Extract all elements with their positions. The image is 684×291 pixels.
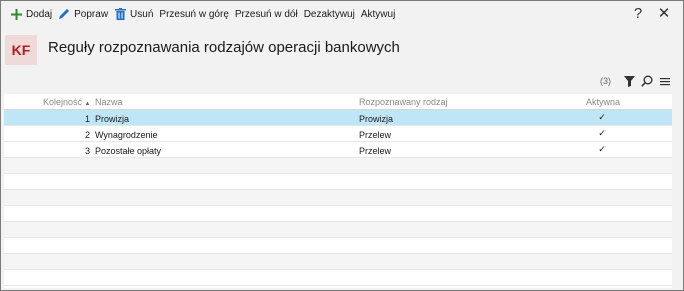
activate-button-label: Aktywuj [360, 8, 396, 20]
table-row[interactable]: 1 Prowizja Prowizja ✓ [4, 110, 672, 126]
record-count: (3) [600, 76, 611, 86]
cell-order: 1 [84, 114, 90, 124]
column-header-name[interactable]: Nazwa [95, 97, 123, 107]
table-row[interactable]: 2 Wynagrodzenie Przelew ✓ [4, 126, 672, 142]
move-down-button-label: Przesuń w dół [234, 8, 298, 20]
deactivate-button-label: Dezaktywuj [303, 8, 355, 20]
cell-name: Wynagrodzenie [95, 130, 158, 140]
activate-button[interactable]: Aktywuj [358, 3, 398, 25]
cell-type: Przelew [359, 130, 392, 140]
trash-icon [114, 8, 126, 20]
add-button-label: Dodaj [26, 8, 53, 20]
app-logo: KF [5, 35, 37, 65]
active-check-icon: ✓ [598, 112, 606, 122]
move-up-button[interactable]: Przesuń w górę [156, 3, 231, 25]
toolbar: Dodaj Popraw Usuń Przesuń w górę Przesuń… [1, 1, 683, 27]
empty-row [4, 174, 672, 190]
close-button[interactable]: ✕ [651, 4, 677, 22]
empty-row [4, 222, 672, 238]
rules-table: Kolejność ▲ Nazwa Rozpoznawany rodzaj Ak… [4, 94, 672, 288]
help-button[interactable]: ? [625, 5, 651, 22]
empty-row [4, 158, 672, 174]
edit-button-label: Popraw [74, 8, 109, 20]
delete-button-label: Usuń [130, 8, 154, 20]
empty-row [4, 206, 672, 222]
table-header: Kolejność ▲ Nazwa Rozpoznawany rodzaj Ak… [4, 94, 672, 110]
move-down-button[interactable]: Przesuń w dół [232, 3, 301, 25]
cell-type: Przelew [359, 146, 392, 156]
page-title: Reguły rozpoznawania rodzajów operacji b… [48, 39, 400, 56]
column-header-order[interactable]: Kolejność ▲ [43, 97, 91, 107]
table-row[interactable]: 3 Pozostałe opłaty Przelew ✓ [4, 142, 672, 158]
deactivate-button[interactable]: Dezaktywuj [301, 3, 358, 25]
empty-row [4, 270, 672, 286]
cell-name: Prowizja [95, 114, 130, 124]
cell-order: 2 [84, 130, 90, 140]
window-controls: ? ✕ [625, 4, 677, 23]
empty-row [4, 254, 672, 270]
list-tools: (3) [600, 74, 673, 88]
app-window: Dodaj Popraw Usuń Przesuń w górę Przesuń… [0, 0, 684, 291]
column-header-type[interactable]: Rozpoznawany rodzaj [359, 97, 448, 107]
edit-button[interactable]: Popraw [55, 3, 111, 25]
delete-button[interactable]: Usuń [111, 3, 156, 25]
pencil-icon [58, 8, 70, 20]
menu-icon[interactable] [657, 74, 673, 88]
sort-ascending-icon: ▲ [84, 101, 91, 107]
move-up-button-label: Przesuń w górę [159, 8, 229, 20]
column-header-order-label: Kolejność [43, 97, 83, 107]
search-icon[interactable] [639, 74, 655, 88]
active-check-icon: ✓ [598, 144, 606, 154]
add-button[interactable]: Dodaj [7, 3, 55, 25]
empty-row [4, 190, 672, 206]
empty-row [4, 238, 672, 254]
page-header: KF Reguły rozpoznawania rodzajów operacj… [1, 30, 683, 70]
cell-order: 3 [84, 146, 90, 156]
filter-icon[interactable] [621, 74, 637, 88]
active-check-icon: ✓ [598, 128, 606, 138]
cell-name: Pozostałe opłaty [95, 146, 162, 156]
cell-type: Prowizja [359, 114, 394, 124]
column-header-active[interactable]: Aktywna [586, 97, 620, 107]
plus-icon [10, 8, 22, 20]
